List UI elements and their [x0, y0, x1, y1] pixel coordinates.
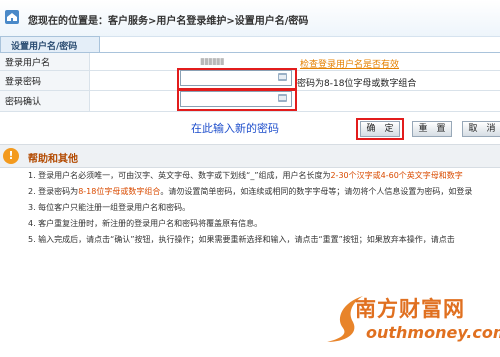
tab-label: 设置用户名/密码	[11, 42, 78, 52]
confirm-password-input[interactable]	[180, 91, 292, 107]
annotation-note: 在此输入新的密码	[191, 122, 279, 135]
tab-set-username-password[interactable]: 设置用户名/密码	[0, 36, 100, 53]
breadcrumb: 您现在的位置是：客户服务>用户名登录维护>设置用户名/密码	[28, 16, 309, 27]
check-username-link[interactable]: 检查登录用户名是否有效	[300, 57, 399, 70]
reset-button[interactable]: 重 置	[412, 121, 452, 137]
help-highlight: 8-18位字母或数字组合	[78, 187, 161, 196]
cancel-button[interactable]: 取 消	[462, 121, 500, 137]
soft-keyboard-icon[interactable]	[278, 94, 287, 102]
confirm-label-cell: 密码确认	[0, 91, 90, 111]
home-icon	[5, 10, 19, 24]
help-header: ! 帮助和其他	[0, 144, 500, 168]
help-highlight: 2-30个汉字或4-60个英文字母和数字	[330, 171, 463, 180]
help-text: 1. 登录用户名必须唯一，可由汉字、英文字母、数字或下划线“_”组成，用户名长度…	[28, 171, 331, 180]
password-label-cell: 登录密码	[0, 71, 90, 90]
confirm-label: 密码确认	[5, 97, 42, 108]
info-icon: !	[3, 148, 19, 164]
username-label: 登录用户名	[5, 58, 51, 68]
help-item: 2. 登录密码为8-18位字母或数字组合。请勿设置简单密码，如连续或相同的数字字…	[28, 186, 472, 197]
soft-keyboard-icon[interactable]	[278, 73, 287, 81]
password-hint: 密码为8-18位字母或数字组合	[297, 79, 417, 89]
help-text: 。请勿设置简单密码，如连续或相同的数字字母等；请勿将个人信息设置为密码，如登录	[160, 187, 473, 196]
help-title: 帮助和其他	[28, 154, 78, 165]
username-label-cell: 登录用户名	[0, 53, 90, 70]
breadcrumb-bar: 您现在的位置是：客户服务>用户名登录维护>设置用户名/密码	[0, 0, 500, 37]
password-input[interactable]	[180, 70, 292, 86]
help-text: 3. 每位客户只能注册一组登录用户名和密码。	[28, 203, 191, 212]
confirm-button[interactable]: 确 定	[360, 121, 400, 137]
watermark-en: outhmoney.com	[366, 323, 500, 342]
help-item: 5. 输入完成后，请点击“确认”按钮，执行操作；如果需要重新选择和输入，请点击“…	[28, 234, 455, 245]
password-label: 登录密码	[5, 77, 42, 87]
help-item: 3. 每位客户只能注册一组登录用户名和密码。	[28, 202, 190, 213]
help-item: 4. 客户重复注册时，新注册的登录用户名和密码将覆盖原有信息。	[28, 218, 262, 229]
help-item: 1. 登录用户名必须唯一，可由汉字、英文字母、数字或下划线“_”组成，用户名长度…	[28, 170, 463, 181]
username-value: ▮▮▮▮▮▮	[200, 57, 225, 67]
watermark-cn: 南方财富网	[355, 297, 465, 321]
help-text: 5. 输入完成后，请点击“确认”按钮，执行操作；如果需要重新选择和输入，请点击“…	[28, 235, 455, 244]
help-text: 4. 客户重复注册时，新注册的登录用户名和密码将覆盖原有信息。	[28, 219, 263, 228]
help-text: 2. 登录密码为	[28, 187, 79, 196]
